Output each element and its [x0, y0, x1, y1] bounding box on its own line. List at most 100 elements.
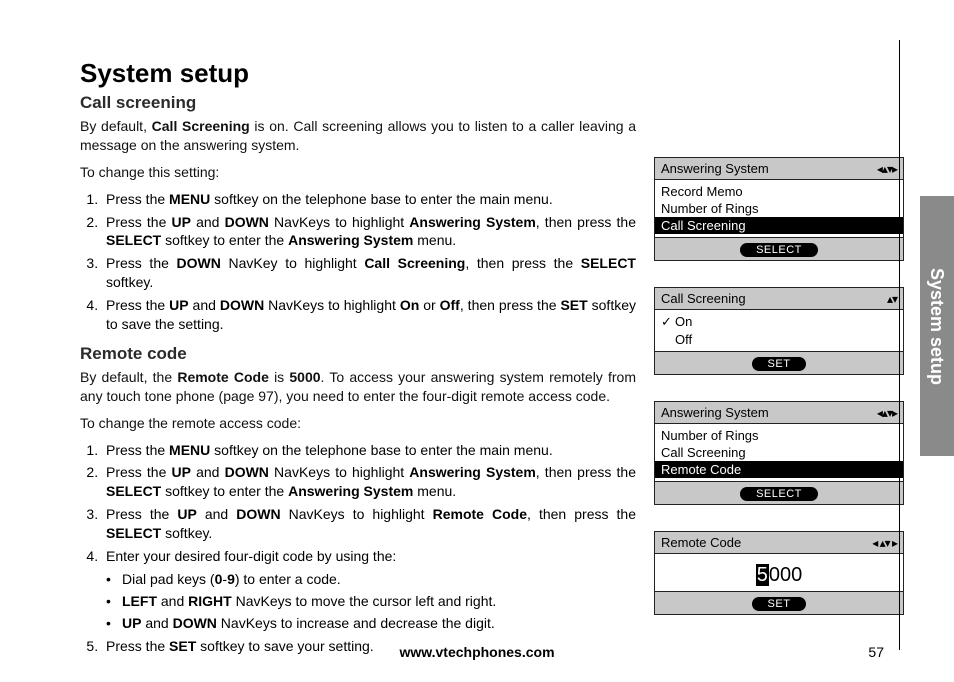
lcd-screen-remote-code: Remote Code ◂ ▴▾ ▸ 5000 SET: [654, 531, 904, 615]
text-bold: DOWN: [225, 464, 269, 480]
left-right-up-down-icon: ◂ ▴▾ ▸: [872, 536, 897, 550]
text: NavKeys to highlight: [269, 464, 409, 480]
bullet-text: Dial pad keys (0-9) to enter a code.: [122, 570, 341, 589]
select-button: SELECT: [740, 487, 818, 501]
text: softkey on the telephone base to enter t…: [210, 191, 552, 207]
text: Off: [675, 332, 692, 347]
text-bold: UP: [172, 214, 191, 230]
text: NavKeys to highlight: [264, 297, 400, 313]
text-bold: DOWN: [236, 506, 280, 522]
text: and: [189, 297, 220, 313]
menu-item: Record Memo: [661, 183, 897, 200]
text: By default,: [80, 118, 152, 134]
text: Press the: [106, 506, 177, 522]
text-bold: Off: [440, 297, 460, 313]
text: Dial pad keys (: [122, 571, 215, 587]
side-tab: System setup: [920, 196, 954, 456]
text: and: [141, 615, 172, 631]
text: Press the: [106, 297, 169, 313]
text: and: [191, 464, 225, 480]
code-value: 5000: [655, 554, 903, 591]
text: , then press the: [465, 255, 580, 271]
text-bold: Call Screening: [364, 255, 465, 271]
select-button: SELECT: [740, 243, 818, 257]
text-bold: Answering System: [288, 483, 413, 499]
text-bold: Remote Code: [433, 506, 527, 522]
step-2: Press the UP and DOWN NavKeys to highlig…: [102, 463, 636, 501]
text: , then press the: [527, 506, 636, 522]
text-bold: UP: [172, 464, 191, 480]
text: NavKeys to increase and decrease the dig…: [217, 615, 495, 631]
set-button: SET: [752, 357, 807, 371]
text: or: [419, 297, 439, 313]
remote-code-heading: Remote code: [80, 344, 636, 364]
text: Press the: [106, 191, 169, 207]
text: ) to enter a code.: [235, 571, 341, 587]
text-bold: Remote Code: [177, 369, 269, 385]
text-bold: SELECT: [106, 232, 161, 248]
text-bold: Answering System: [288, 232, 413, 248]
menu-item: Number of Rings: [661, 427, 897, 444]
bullet-text: UP and DOWN NavKeys to increase and decr…: [122, 614, 495, 633]
text: By default, the: [80, 369, 177, 385]
menu-item-highlighted: Remote Code: [655, 461, 903, 478]
screen-title: Remote Code: [661, 535, 741, 550]
menu-item-highlighted: Call Screening: [655, 217, 903, 234]
text-bold: Answering System: [409, 214, 536, 230]
remote-code-lead: To change the remote access code:: [80, 414, 636, 433]
text-bold: DOWN: [173, 615, 217, 631]
text: NavKey to highlight: [221, 255, 364, 271]
bullet-icon: •: [106, 592, 122, 611]
text: and: [191, 214, 225, 230]
text-bold: 5000: [289, 369, 320, 385]
text: Press the: [106, 214, 172, 230]
menu-item: Call Screening: [661, 444, 897, 461]
text-bold: UP: [177, 506, 196, 522]
up-down-icon: ▴▾: [887, 292, 897, 306]
step-1: Press the MENU softkey on the telephone …: [102, 441, 636, 460]
step-1: Press the MENU softkey on the telephone …: [102, 190, 636, 209]
text-bold: Answering System: [409, 464, 536, 480]
text-bold: On: [400, 297, 419, 313]
lcd-screen-call-screening: Call Screening ▴▾ ✓On Off SET: [654, 287, 904, 375]
text-bold: 9: [227, 571, 235, 587]
step-3: Press the UP and DOWN NavKeys to highlig…: [102, 505, 636, 543]
set-button: SET: [752, 597, 807, 611]
text-bold: SELECT: [581, 255, 636, 271]
call-screening-heading: Call screening: [80, 93, 636, 113]
text-bold: MENU: [169, 191, 210, 207]
text: softkey.: [106, 274, 153, 290]
lcd-screen-answering-system-1: Answering System ◂▴▾▸ Record Memo Number…: [654, 157, 904, 261]
remote-code-steps: Press the MENU softkey on the telephone …: [102, 441, 636, 656]
text: NavKeys to highlight: [269, 214, 409, 230]
screen-title: Answering System: [661, 161, 769, 176]
text: softkey to enter the: [161, 483, 288, 499]
up-down-icon: ◂▴▾▸: [877, 406, 897, 420]
text-bold: UP: [169, 297, 188, 313]
text: softkey to enter the: [161, 232, 288, 248]
screen-title: Answering System: [661, 405, 769, 420]
checkmark-icon: ✓: [661, 314, 675, 330]
text: On: [675, 314, 692, 329]
text: Press the: [106, 442, 169, 458]
text-bold: SELECT: [106, 525, 161, 541]
footer-url: www.vtechphones.com: [0, 644, 954, 660]
bullet-icon: •: [106, 570, 122, 589]
cursor-digit: 5: [756, 564, 769, 586]
call-screening-lead: To change this setting:: [80, 163, 636, 182]
text-bold: UP: [122, 615, 141, 631]
text: Press the: [106, 464, 172, 480]
call-screening-intro: By default, Call Screening is on. Call s…: [80, 117, 636, 155]
call-screening-steps: Press the MENU softkey on the telephone …: [102, 190, 636, 334]
text: 000: [769, 564, 802, 586]
text-bold: LEFT: [122, 593, 157, 609]
text-bold: MENU: [169, 442, 210, 458]
bullet-text: LEFT and RIGHT NavKeys to move the curso…: [122, 592, 496, 611]
text: Enter your desired four-digit code by us…: [106, 548, 396, 564]
vertical-divider: [899, 40, 900, 650]
text-bold: Call Screening: [152, 118, 250, 134]
text: is: [269, 369, 290, 385]
text-bold: RIGHT: [188, 593, 232, 609]
menu-item: Number of Rings: [661, 200, 897, 217]
text: menu.: [413, 483, 456, 499]
